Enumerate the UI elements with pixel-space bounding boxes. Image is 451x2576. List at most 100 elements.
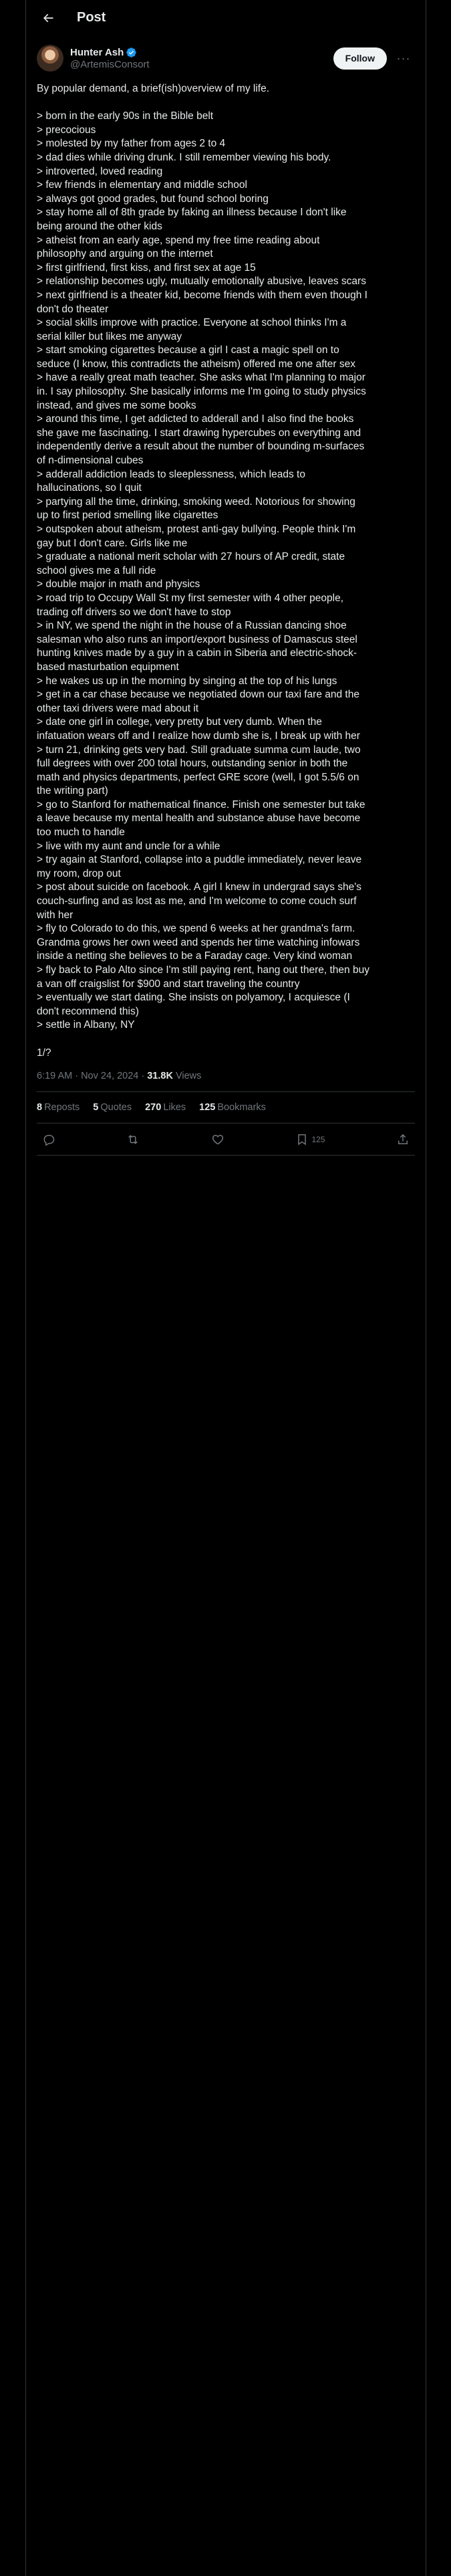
bookmark-action-count: 125 <box>311 1134 325 1144</box>
tweet-line: > outspoken about atheism, protest anti-… <box>37 524 356 535</box>
tweet-line: with her <box>37 909 73 921</box>
tweet-line: of n-dimensional cubes <box>37 455 144 467</box>
tweet-line: full degrees with over 200 total hours, … <box>37 758 348 770</box>
tweet-line: > stay home all of 8th grade by faking a… <box>37 207 347 219</box>
tweet-line: other taxi drivers were mad about it <box>37 702 199 714</box>
share-button[interactable] <box>396 1133 410 1146</box>
tweet-line: > live with my aunt and uncle for a whil… <box>37 840 220 852</box>
tweet-line: > double major in math and physics <box>37 578 200 591</box>
tweet-line: > in NY, we spend the night in the house… <box>37 620 347 632</box>
post-time-date[interactable]: 6:19 AM · Nov 24, 2024 · <box>37 1071 147 1081</box>
tweet-line: By popular demand, a brief(ish)overview … <box>37 83 270 94</box>
tweet-line: couch-surfing and as lost as me, and I'm… <box>37 895 357 907</box>
tweet-line: a van off craigslist for $900 and start … <box>37 978 300 990</box>
tweet-line: > few friends in elementary and middle s… <box>37 179 247 191</box>
tweet-line: > introverted, loved reading <box>37 165 163 177</box>
tweet-line: hunting knives made by a guy in a cabin … <box>37 647 357 659</box>
bookmarks-label: Bookmarks <box>217 1102 266 1113</box>
verified-badge-icon <box>126 47 137 58</box>
share-icon <box>398 1134 408 1144</box>
tweet-line: > eventually we start dating. She insist… <box>37 992 350 1004</box>
more-options-icon[interactable]: ··· <box>392 47 415 70</box>
tweet-line: don't do theater <box>37 303 109 315</box>
avatar[interactable] <box>37 45 63 72</box>
tweet-line: based masturbation equipment <box>37 661 179 673</box>
name-line: Hunter Ash <box>70 47 333 58</box>
tweet-line: > fly back to Palo Alto since I'm still … <box>37 964 369 976</box>
stats-row: 8 Reposts 5 Quotes 270 Likes 125 Bookmarks <box>37 1092 415 1124</box>
views-label: Views <box>172 1071 202 1082</box>
tweet-line: > turn 21, drinking gets very bad. Still… <box>37 744 361 756</box>
tweet-text: By popular demand, a brief(ish)overview … <box>26 74 426 1060</box>
tweet-line: > start smoking cigarettes because a gir… <box>37 344 339 356</box>
bookmarks-stat[interactable]: 125 Bookmarks <box>199 1102 266 1113</box>
like-button[interactable] <box>211 1133 224 1146</box>
quotes-stat[interactable]: 5 Quotes <box>93 1102 132 1113</box>
bookmarks-count: 125 <box>199 1102 216 1113</box>
tweet-line: Grandma grows her own weed and spends he… <box>37 936 360 948</box>
tweet-line: > next girlfriend is a theater kid, beco… <box>37 289 367 301</box>
tweet-line: being around the other kids <box>37 220 162 232</box>
repost-icon <box>128 1134 138 1144</box>
views-count: 31.8K <box>147 1071 173 1082</box>
tweet-line: > atheist from an early age, spend my fr… <box>37 234 320 246</box>
bookmark-button[interactable]: 125 <box>295 1133 325 1146</box>
tweet-line: > get in a car chase because we negotiat… <box>37 689 359 701</box>
tweet-line: salesman who also runs an import/export … <box>37 633 357 645</box>
reposts-stat[interactable]: 8 Reposts <box>37 1102 80 1113</box>
tweet-line: hallucinations, so I quit <box>37 482 142 494</box>
likes-stat[interactable]: 270 Likes <box>145 1102 186 1113</box>
tweet-line: > precocious <box>37 124 96 136</box>
tweet-line: don't recommend this) <box>37 1005 139 1017</box>
reply-button[interactable] <box>42 1133 55 1146</box>
tweet-line: in. I say philosophy. She basically info… <box>37 386 366 398</box>
tweet-line: too much to handle <box>37 827 125 839</box>
back-button[interactable] <box>37 7 59 29</box>
tweet-line: > molested by my father from ages 2 to 4 <box>37 138 226 150</box>
back-arrow-icon <box>43 13 53 22</box>
tweet-line: independently derive a result about the … <box>37 441 365 453</box>
top-bar: Post <box>26 0 426 35</box>
tweet-line: > partying all the time, drinking, smoki… <box>37 496 355 508</box>
tweet-line: > graduate a national merit scholar with… <box>37 551 345 563</box>
author-info: Hunter Ash @ArtemisConsort <box>70 47 333 70</box>
tweet-line <box>37 96 415 110</box>
timestamp-row: 6:19 AM · Nov 24, 2024 · 31.8K Views <box>37 1060 415 1093</box>
tweet-line: > date one girl in college, very pretty … <box>37 716 322 728</box>
tweet-line: infatuation wears off and I realize how … <box>37 730 360 742</box>
tweet-line: > settle in Albany, NY <box>37 1019 135 1031</box>
tweet-line: up to first period smelling like cigaret… <box>37 510 218 522</box>
follow-button[interactable]: Follow <box>333 47 387 70</box>
tweet-line: > try again at Stanford, collapse into a… <box>37 854 362 866</box>
page: Post Hunter Ash @ArtemisConsort Follow ·… <box>0 0 451 2576</box>
tweet-line: the writing part) <box>37 785 108 797</box>
heart-icon <box>212 1134 224 1145</box>
tweet-line: a leave because my mental health and sub… <box>37 813 361 825</box>
tweet-line: > go to Stanford for mathematical financ… <box>37 798 365 811</box>
tweet-line: > adderall addiction leads to sleeplessn… <box>37 468 305 480</box>
reposts-count: 8 <box>37 1102 43 1113</box>
tweet-line: > post about suicide on facebook. A girl… <box>37 881 361 893</box>
author-row: Hunter Ash @ArtemisConsort Follow ··· <box>26 35 426 74</box>
tweet-line: seduce (I know, this contradicts the ath… <box>37 358 356 370</box>
reposts-label: Reposts <box>44 1102 80 1113</box>
tweet-line: > road trip to Occupy Wall St my first s… <box>37 592 344 604</box>
tweet-line: > dad dies while driving drunk. I still … <box>37 151 331 163</box>
tweet-line: gay but I don't care. Girls like me <box>37 537 188 549</box>
author-handle[interactable]: @ArtemisConsort <box>70 59 333 70</box>
tweet-line: > social skills improve with practice. E… <box>37 317 347 329</box>
tweet-line: > have a really great math teacher. She … <box>37 372 365 384</box>
repost-button[interactable] <box>126 1133 140 1146</box>
tweet-line: > relationship becomes ugly, mutually em… <box>37 276 366 288</box>
tweet-line: math and physics departments, perfect GR… <box>37 771 359 783</box>
tweet-line: instead, and gives me some books <box>37 399 196 411</box>
page-title: Post <box>77 10 106 25</box>
author-display-name[interactable]: Hunter Ash <box>70 47 124 58</box>
main-column: Post Hunter Ash @ArtemisConsort Follow ·… <box>25 0 426 2576</box>
tweet-line: > around this time, I get addicted to ad… <box>37 413 354 425</box>
tweet-line: > fly to Colorado to do this, we spend 6… <box>37 923 355 935</box>
likes-label: Likes <box>163 1102 186 1113</box>
tweet-line: > he wakes us up in the morning by singi… <box>37 675 337 687</box>
tweet-line: philosophy and arguing on the internet <box>37 248 213 260</box>
tweet-line: 1/? <box>37 1047 51 1059</box>
